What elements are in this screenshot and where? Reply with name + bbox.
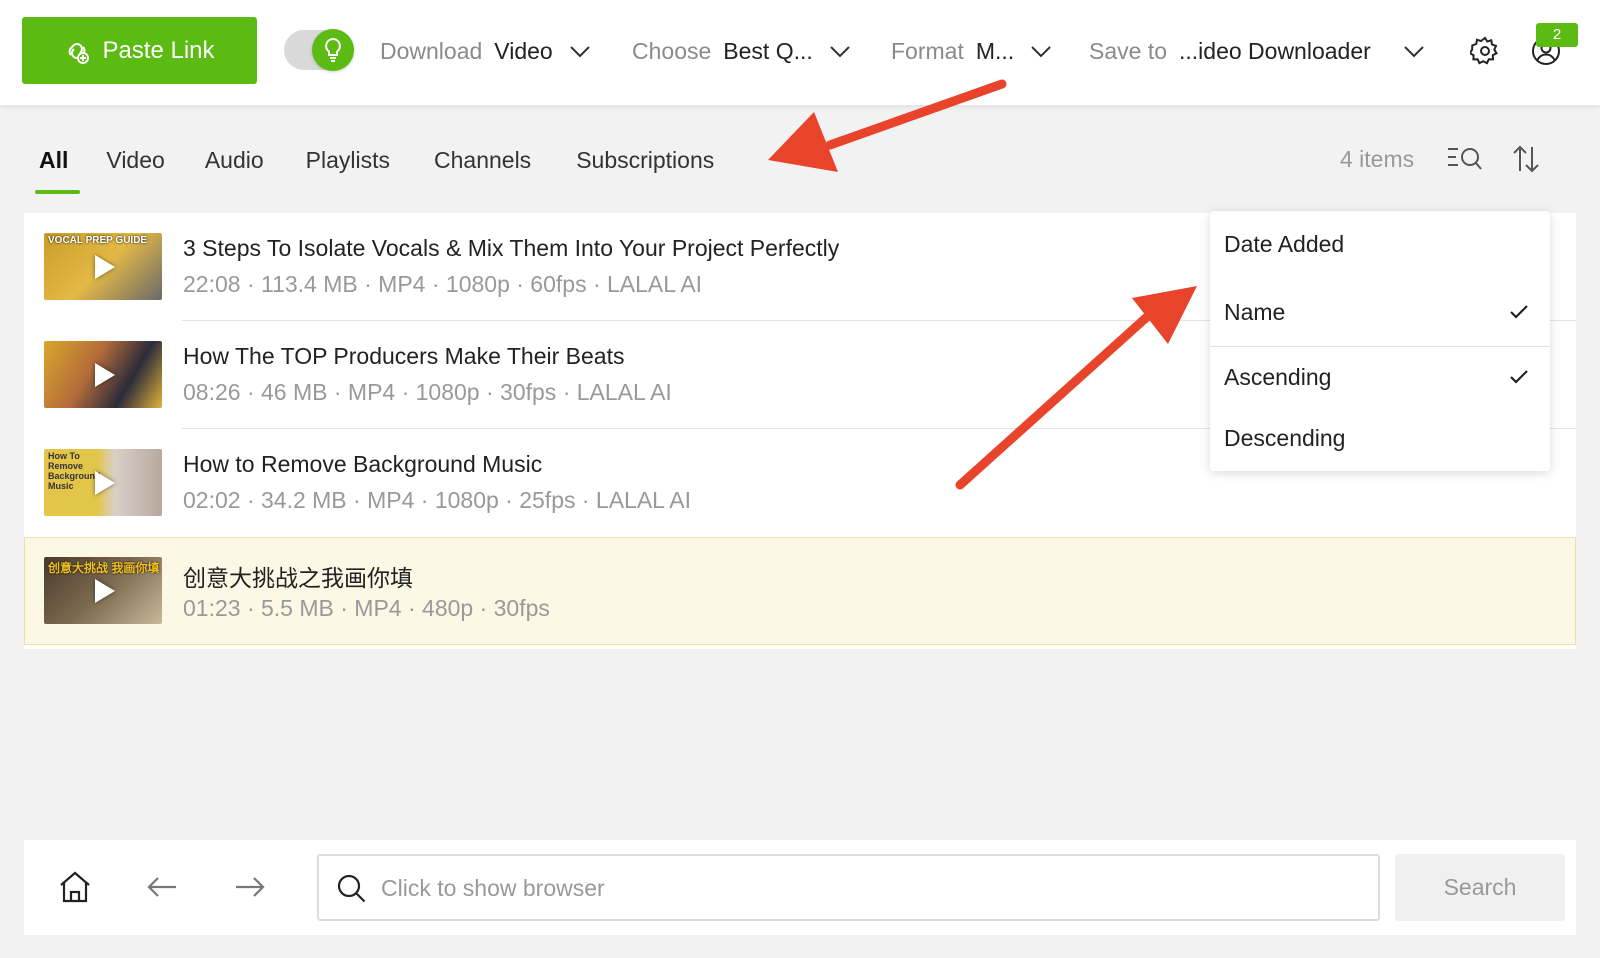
item-title: How The TOP Producers Make Their Beats	[183, 343, 625, 369]
forward-arrow-icon[interactable]	[234, 874, 266, 900]
thumbnail-caption: 创意大挑战 我画你填	[48, 561, 160, 575]
video-thumbnail: VOCAL PREP GUIDE	[44, 233, 162, 300]
paste-link-button[interactable]: Paste Link	[22, 17, 257, 84]
back-arrow-icon[interactable]	[146, 874, 178, 900]
play-icon	[95, 578, 115, 603]
search-input[interactable]	[381, 866, 1361, 910]
chevron-down-icon	[1031, 46, 1051, 58]
save-location-dropdown[interactable]: Save to ...ideo Downloader	[1089, 30, 1425, 72]
gear-icon[interactable]	[1470, 36, 1500, 66]
browser-search-box[interactable]	[317, 854, 1380, 921]
top-toolbar: Paste Link Download Video Choose Best Q.…	[0, 0, 1600, 105]
item-meta: 02:02 · 34.2 MB · MP4 · 1080p · 25fps · …	[183, 487, 691, 513]
category-tabs: All Video Audio Playlists Channels Subsc…	[34, 140, 714, 194]
download-type-dropdown[interactable]: Download Video	[380, 30, 591, 72]
chevron-down-icon	[570, 46, 590, 58]
paste-link-label: Paste Link	[102, 36, 215, 64]
menu-item-label: Date Added	[1224, 231, 1345, 257]
menu-divider	[1210, 346, 1550, 347]
save-to-value: ...ideo Downloader	[1179, 37, 1371, 64]
video-thumbnail: How To Remove Background Music	[44, 449, 162, 516]
menu-item-label: Ascending	[1224, 364, 1332, 390]
lightbulb-icon	[312, 29, 354, 71]
choose-label: Choose	[632, 37, 712, 64]
play-icon	[95, 254, 115, 279]
item-meta: 22:08 · 113.4 MB · MP4 · 1080p · 60fps ·…	[183, 271, 703, 297]
thumbnail-caption: VOCAL PREP GUIDE	[48, 235, 148, 246]
notification-badge: 2	[1536, 23, 1578, 47]
menu-item-label: Descending	[1224, 425, 1346, 451]
format-dropdown[interactable]: Format M...	[891, 30, 1052, 72]
tab-subscriptions[interactable]: Subscriptions	[576, 140, 714, 194]
sort-by-name[interactable]: Name	[1224, 299, 1536, 326]
video-thumbnail: 创意大挑战 我画你填	[44, 557, 162, 624]
save-to-label: Save to	[1089, 37, 1167, 64]
play-icon	[95, 470, 115, 495]
list-item-selected[interactable]: 创意大挑战 我画你填 创意大挑战之我画你填 01:23 · 5.5 MB · M…	[24, 537, 1576, 645]
items-count: 4 items	[1340, 146, 1415, 172]
tab-channels[interactable]: Channels	[434, 140, 531, 194]
tab-audio[interactable]: Audio	[205, 140, 264, 194]
sort-icon[interactable]	[1510, 143, 1542, 175]
menu-item-label: Name	[1224, 299, 1286, 325]
item-title: 3 Steps To Isolate Vocals & Mix Them Int…	[183, 235, 840, 261]
chevron-down-icon	[1404, 46, 1424, 58]
home-icon[interactable]	[58, 870, 92, 904]
video-thumbnail	[44, 341, 162, 408]
play-icon	[95, 362, 115, 387]
search-filter-icon[interactable]	[1446, 145, 1482, 173]
item-meta: 01:23 · 5.5 MB · MP4 · 480p · 30fps	[183, 595, 550, 621]
search-icon	[337, 874, 366, 903]
search-button[interactable]: Search	[1395, 854, 1565, 921]
quality-dropdown[interactable]: Choose Best Q...	[632, 30, 851, 72]
tab-all[interactable]: All	[34, 140, 81, 194]
format-label: Format	[891, 37, 964, 64]
tab-playlists[interactable]: Playlists	[306, 140, 390, 194]
download-value: Video	[494, 37, 553, 64]
sort-menu: Date Added Name Ascending Descending	[1210, 211, 1550, 471]
download-label: Download	[380, 37, 483, 64]
browser-bar: Search	[24, 840, 1576, 935]
order-ascending[interactable]: Ascending	[1224, 364, 1536, 391]
item-title: How to Remove Background Music	[183, 451, 543, 477]
sort-by-date-added[interactable]: Date Added	[1224, 231, 1536, 258]
format-value: M...	[975, 37, 1015, 64]
item-meta: 08:26 · 46 MB · MP4 · 1080p · 30fps · LA…	[183, 379, 672, 405]
checkmark-icon	[1510, 305, 1528, 319]
tab-video[interactable]: Video	[106, 140, 164, 194]
chevron-down-icon	[830, 46, 850, 58]
order-descending[interactable]: Descending	[1224, 425, 1536, 452]
item-title: 创意大挑战之我画你填	[183, 565, 413, 591]
paste-link-icon	[69, 42, 90, 64]
checkmark-icon	[1510, 370, 1528, 384]
smart-mode-toggle[interactable]	[284, 29, 354, 71]
choose-value: Best Q...	[723, 37, 813, 64]
